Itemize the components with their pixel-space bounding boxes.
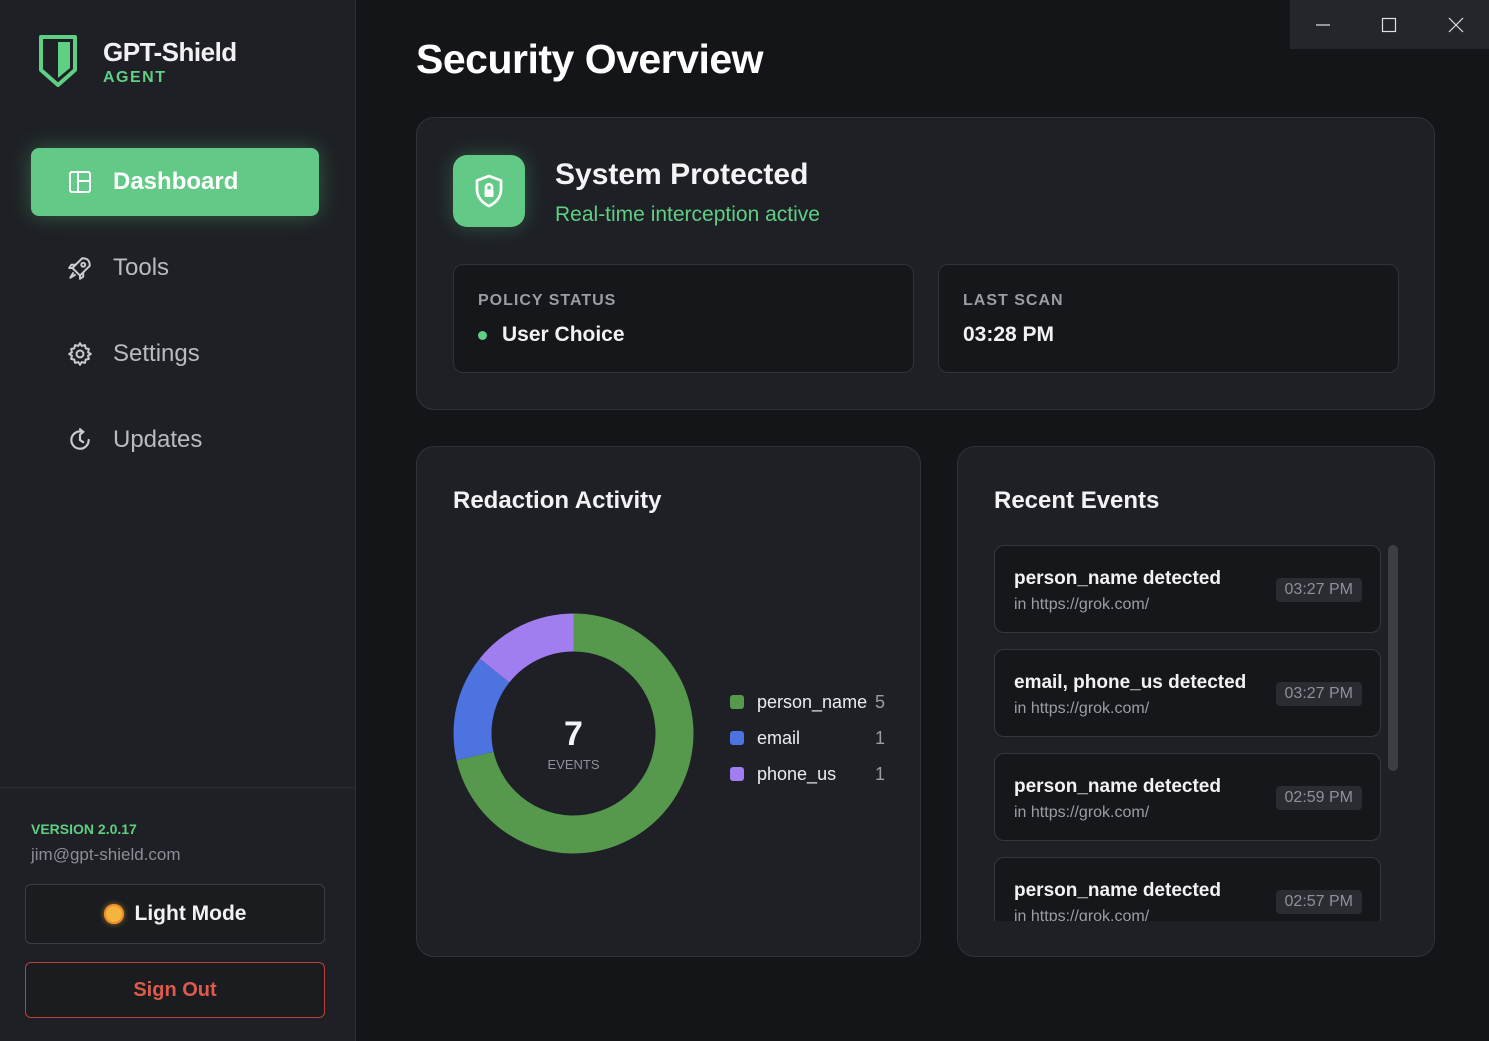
- legend-count: 1: [874, 727, 885, 748]
- account-panel: VERSION 2.0.17 jim@gpt-shield.com Light …: [0, 787, 355, 1041]
- donut-total: 7: [564, 715, 583, 753]
- shield-logo-icon: [38, 34, 78, 93]
- policy-value-text: User Choice: [502, 323, 625, 346]
- minimize-icon: [1316, 23, 1331, 26]
- event-title: person_name detected: [1014, 880, 1221, 901]
- donut-total-label: EVENTS: [547, 757, 599, 772]
- sign-out-button[interactable]: Sign Out: [25, 962, 325, 1018]
- nav-menu: Dashboard Tools Settings Updates: [31, 148, 319, 492]
- recent-events-card: Recent Events person_name detected in ht…: [957, 446, 1435, 957]
- events-title: Recent Events: [994, 487, 1160, 514]
- maximize-button[interactable]: [1356, 0, 1422, 49]
- policy-status-label: POLICY STATUS: [478, 292, 617, 309]
- event-title: person_name detected: [1014, 568, 1221, 589]
- event-item[interactable]: email, phone_us detected in https://grok…: [994, 649, 1381, 737]
- event-title: person_name detected: [1014, 776, 1221, 797]
- event-item[interactable]: person_name detected in https://grok.com…: [994, 753, 1381, 841]
- redaction-activity-card: Redaction Activity 7 EVENTS person_name 5…: [416, 446, 921, 957]
- legend-count: 1: [874, 763, 885, 784]
- status-card: System Protected Real-time interception …: [416, 117, 1435, 410]
- nav-item-settings[interactable]: Settings: [31, 320, 319, 388]
- minimize-button[interactable]: [1290, 0, 1356, 49]
- brand: GPT-Shield AGENT: [38, 34, 237, 93]
- legend-swatch: [730, 731, 744, 745]
- policy-status-value: User Choice: [478, 323, 625, 347]
- nav-item-label: Updates: [113, 426, 203, 453]
- event-source: in https://grok.com/: [1014, 908, 1150, 921]
- event-time: 02:57 PM: [1275, 890, 1362, 914]
- event-source: in https://grok.com/: [1014, 700, 1150, 717]
- user-email: jim@gpt-shield.com: [31, 845, 181, 864]
- brand-subtitle: AGENT: [103, 69, 167, 86]
- nav-item-label: Settings: [113, 340, 200, 367]
- brand-title: GPT-Shield: [103, 37, 237, 67]
- status-subtitle: Real-time interception active: [555, 203, 820, 226]
- close-icon: [1448, 17, 1464, 32]
- donut-chart: 7 EVENTS: [453, 613, 694, 854]
- light-mode-button[interactable]: Light Mode: [25, 884, 325, 944]
- nav-item-label: Dashboard: [113, 168, 239, 195]
- event-time: 02:59 PM: [1275, 786, 1362, 810]
- chart-legend: person_name 5 email 1 phone_us 1: [730, 684, 885, 792]
- event-title: email, phone_us detected: [1014, 672, 1247, 693]
- legend-item-phone-us: phone_us 1: [730, 756, 885, 792]
- nav-item-tools[interactable]: Tools: [31, 234, 319, 302]
- last-scan-label: LAST SCAN: [963, 292, 1064, 309]
- light-mode-label: Light Mode: [134, 902, 247, 925]
- version-label: VERSION 2.0.17: [31, 821, 137, 837]
- event-source: in https://grok.com/: [1014, 804, 1150, 821]
- events-scrollbar[interactable]: [1388, 545, 1398, 771]
- shield-lock-icon: [453, 155, 525, 227]
- legend-item-email: email 1: [730, 720, 885, 756]
- event-time: 03:27 PM: [1275, 682, 1362, 706]
- refresh-icon: [67, 427, 93, 453]
- legend-count: 5: [874, 691, 885, 712]
- event-item[interactable]: person_name detected in https://grok.com…: [994, 545, 1381, 633]
- legend-swatch: [730, 695, 744, 709]
- events-list: person_name detected in https://grok.com…: [994, 545, 1381, 921]
- sun-icon: [103, 904, 124, 924]
- last-scan-value: 03:28 PM: [963, 323, 1055, 346]
- legend-swatch: [730, 767, 744, 781]
- dashboard-icon: [67, 169, 93, 195]
- maximize-icon: [1382, 17, 1397, 32]
- event-item[interactable]: person_name detected in https://grok.com…: [994, 857, 1381, 921]
- event-time: 03:27 PM: [1275, 578, 1362, 602]
- close-button[interactable]: [1423, 0, 1489, 49]
- event-source: in https://grok.com/: [1014, 596, 1150, 613]
- nav-item-updates[interactable]: Updates: [31, 406, 319, 474]
- status-title: System Protected: [555, 158, 809, 191]
- sidebar: GPT-Shield AGENT Dashboard Tools Setting…: [0, 0, 356, 1041]
- legend-label: person_name: [757, 691, 868, 712]
- last-scan-card: LAST SCAN 03:28 PM: [938, 264, 1399, 373]
- legend-item-person-name: person_name 5: [730, 684, 885, 720]
- rocket-icon: [67, 255, 93, 281]
- nav-item-dashboard[interactable]: Dashboard: [31, 148, 319, 216]
- status-dot-icon: [478, 330, 487, 340]
- legend-label: phone_us: [757, 763, 837, 784]
- legend-label: email: [757, 727, 801, 748]
- window-controls: [1290, 0, 1489, 49]
- gear-icon: [67, 341, 93, 367]
- nav-item-label: Tools: [113, 254, 170, 281]
- policy-status-card: POLICY STATUS User Choice: [453, 264, 914, 373]
- activity-title: Redaction Activity: [453, 487, 662, 514]
- page-title: Security Overview: [416, 36, 764, 82]
